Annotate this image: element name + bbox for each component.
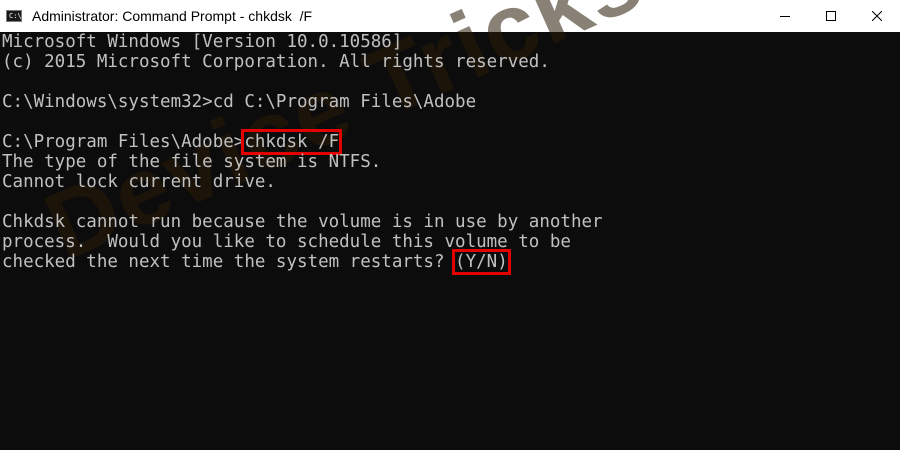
maximize-button[interactable] (808, 0, 854, 32)
command-prompt-icon: C:\ (6, 10, 22, 22)
close-icon (872, 11, 882, 21)
minimize-icon (780, 16, 790, 17)
console-line: The type of the file system is NTFS. (2, 152, 382, 172)
console-prompt: C:\Program Files\Adobe> (2, 132, 245, 152)
console-line: Cannot lock current drive. (2, 172, 276, 192)
command-prompt-window: C:\ Administrator: Command Prompt - chkd… (0, 0, 900, 450)
close-button[interactable] (854, 0, 900, 32)
console-line-question: checked the next time the system restart… (2, 249, 511, 275)
chkdsk-command-highlight: chkdsk /F (241, 129, 343, 155)
console-line: process. Would you like to schedule this… (2, 232, 571, 252)
console-line-prompt: C:\Program Files\Adobe>chkdsk /F (2, 129, 343, 155)
minimize-button[interactable] (762, 0, 808, 32)
yes-no-prompt-highlight: (Y/N) (452, 249, 511, 275)
console-line: Microsoft Windows [Version 10.0.10586] (2, 32, 403, 52)
console-question: checked the next time the system restart… (2, 252, 456, 272)
title-bar[interactable]: C:\ Administrator: Command Prompt - chkd… (0, 0, 900, 32)
console-output[interactable]: Device Tricks Microsoft Windows [Version… (0, 0, 900, 450)
window-title: Administrator: Command Prompt - chkdsk /… (32, 8, 313, 24)
command-prompt-icon-label: C:\ (9, 12, 22, 20)
window-controls (762, 0, 900, 32)
maximize-icon (826, 11, 836, 21)
console-line: (c) 2015 Microsoft Corporation. All righ… (2, 52, 550, 72)
console-line: Chkdsk cannot run because the volume is … (2, 212, 603, 232)
console-line: C:\Windows\system32>cd C:\Program Files\… (2, 92, 477, 112)
